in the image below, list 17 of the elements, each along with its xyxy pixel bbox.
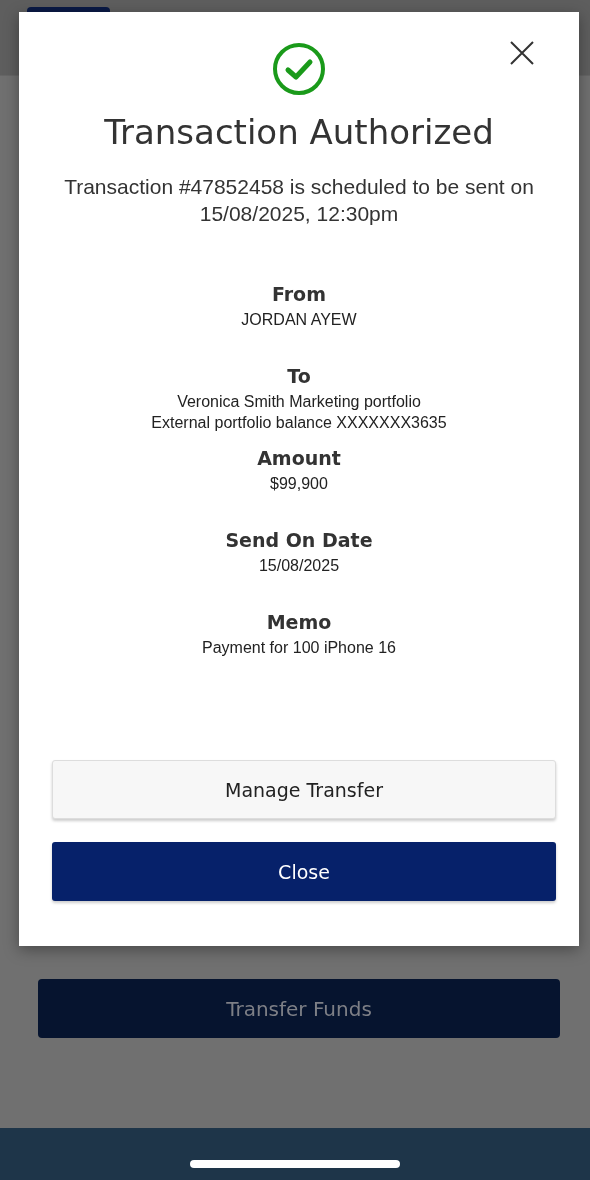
check-circle-icon — [272, 42, 326, 96]
detail-value: Veronica Smith Marketing portfolio — [177, 392, 421, 412]
detail-value: Payment for 100 iPhone 16 — [202, 638, 396, 658]
detail-label: Memo — [266, 610, 332, 635]
detail-label: To — [287, 364, 311, 389]
detail-value: $99,900 — [270, 474, 328, 494]
secondary-button[interactable]: Manage Transfer — [52, 760, 556, 819]
dialog-title: Transaction Authorized — [104, 111, 494, 154]
detail-value: 15/08/2025 — [258, 556, 340, 576]
detail-value: JORDAN AYEW — [241, 310, 357, 330]
primary-button[interactable]: Close — [52, 842, 556, 901]
dialog-message: Transaction #47852458 is scheduled to be sent on 15/08/2025, 12:30pm — [63, 174, 535, 227]
detail-label: From — [272, 282, 326, 307]
detail-label: Amount — [257, 446, 341, 471]
detail-label: Send On Date — [225, 528, 373, 553]
close-icon[interactable] — [510, 41, 534, 65]
detail-value: External portfolio balance XXXXXXX3635 — [151, 413, 447, 433]
